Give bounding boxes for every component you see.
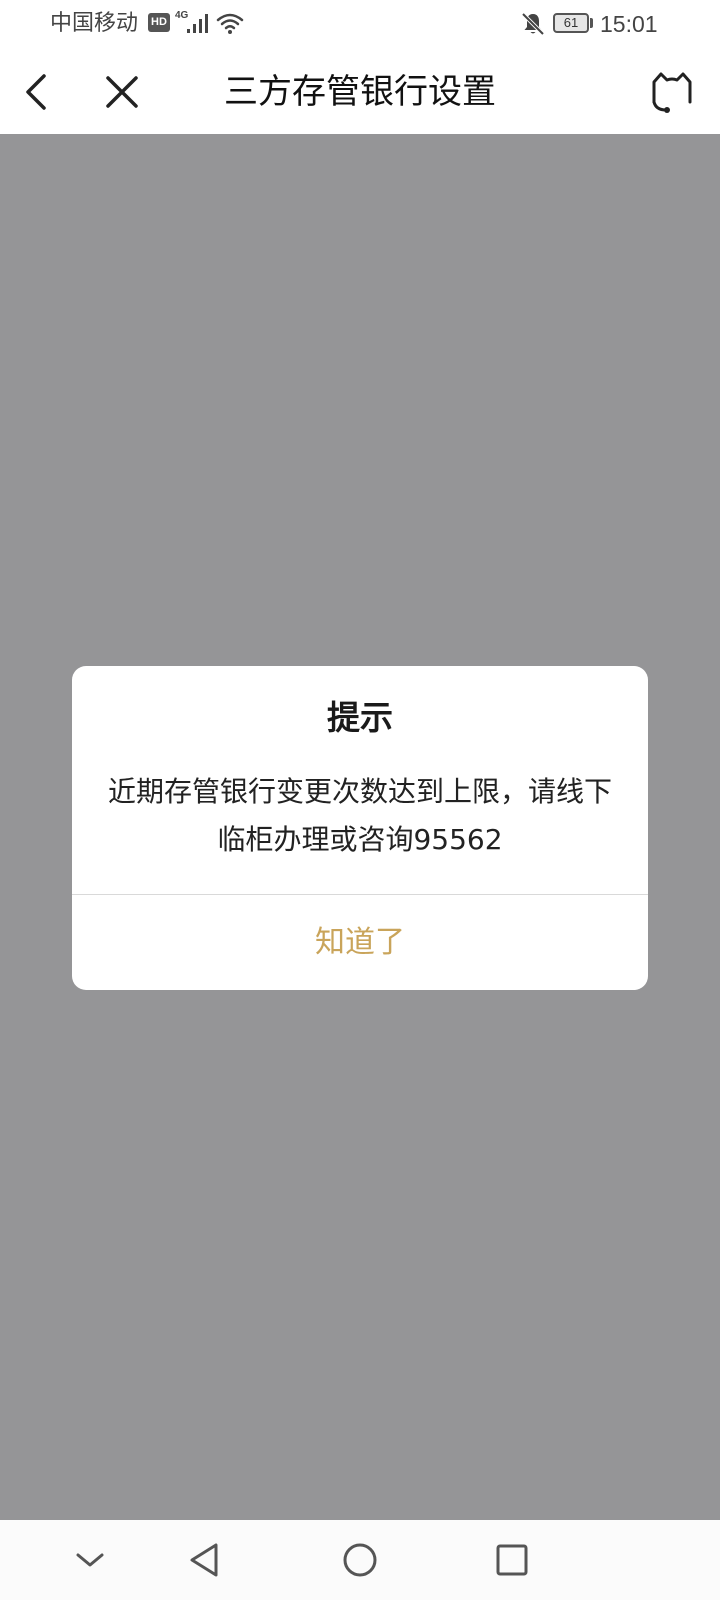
battery-cap xyxy=(590,18,593,28)
back-button[interactable] xyxy=(12,68,60,116)
clock: 15:01 xyxy=(600,11,658,37)
status-bar: 中国移动 HD 4G 61 15:01 xyxy=(0,0,720,48)
dialog-title: 提示 xyxy=(327,698,393,737)
customer-service-button[interactable] xyxy=(646,66,698,118)
signal-icon xyxy=(187,14,208,33)
hd-icon: HD xyxy=(148,13,170,32)
page-title: 三方存管银行设置 xyxy=(224,72,496,112)
square-recent-icon xyxy=(496,1544,528,1576)
triangle-back-icon xyxy=(190,1543,218,1577)
navigation-bar xyxy=(0,1520,720,1600)
nav-recent-button[interactable] xyxy=(488,1536,536,1584)
alert-dialog: 提示 近期存管银行变更次数达到上限，请线下临柜办理或咨询95562 知道了 xyxy=(72,666,648,990)
wifi-icon xyxy=(216,13,244,34)
confirm-button[interactable]: 知道了 xyxy=(72,895,648,990)
carrier-name: 中国移动 xyxy=(50,11,139,36)
customer-service-icon xyxy=(652,72,692,113)
close-icon xyxy=(106,76,138,108)
nav-home-button[interactable] xyxy=(336,1536,384,1584)
battery-level: 61 xyxy=(563,15,579,30)
collapse-nav-button[interactable] xyxy=(66,1536,114,1584)
chevron-down-icon xyxy=(76,1553,104,1567)
app-header: 三方存管银行设置 xyxy=(0,48,720,134)
circle-home-icon xyxy=(343,1543,377,1577)
nav-back-button[interactable] xyxy=(182,1536,230,1584)
chevron-left-icon xyxy=(26,74,46,110)
dialog-message: 近期存管银行变更次数达到上限，请线下临柜办理或咨询95562 xyxy=(108,775,613,856)
mute-bell-icon xyxy=(521,12,545,36)
close-button[interactable] xyxy=(98,68,146,116)
